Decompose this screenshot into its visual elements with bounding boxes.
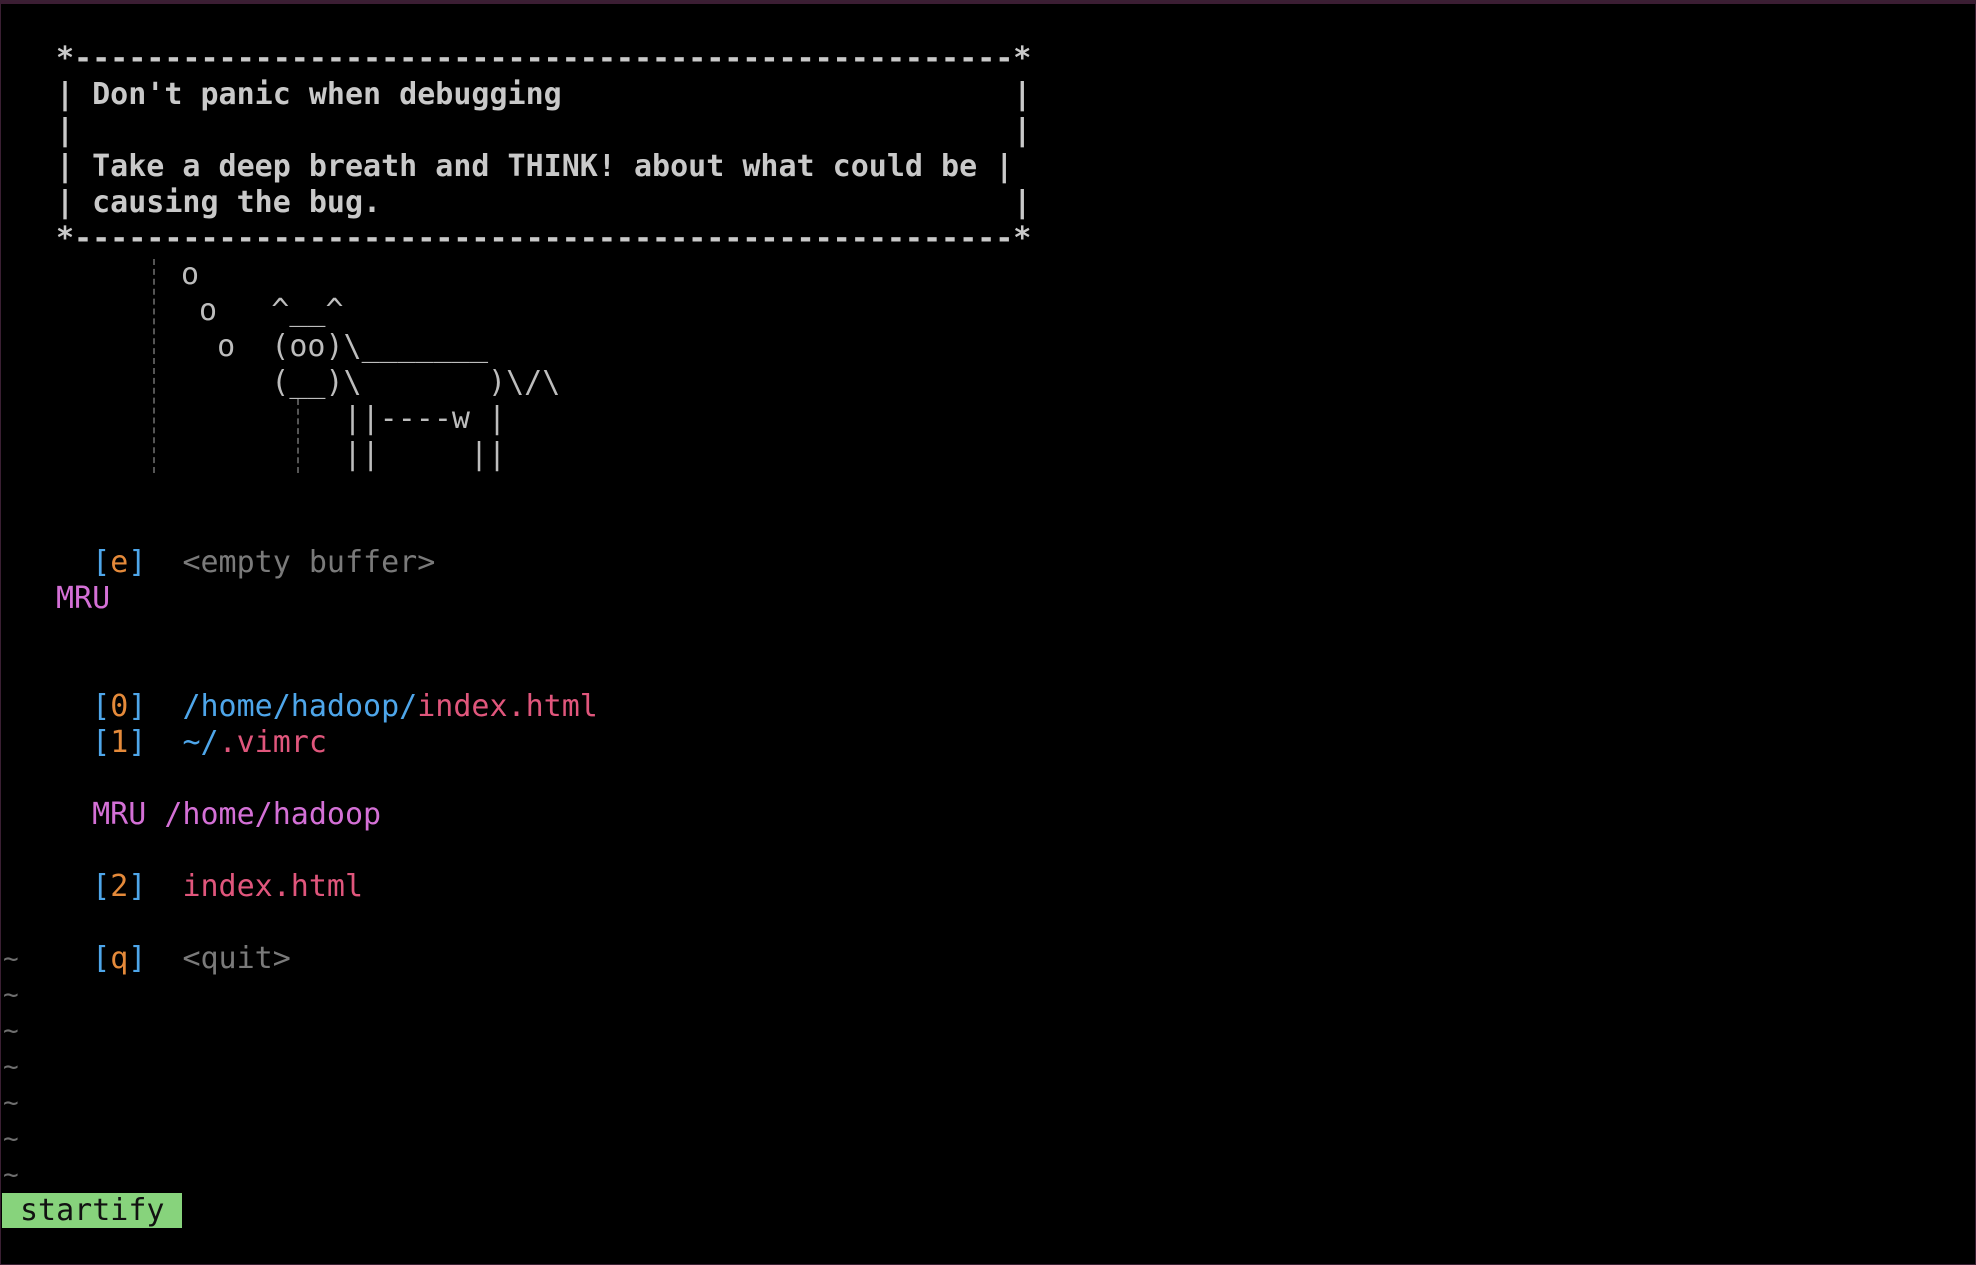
entry-bracket-close: ] — [128, 869, 147, 904]
mru-header: MRU — [56, 581, 111, 616]
statusline-mode: startify — [2, 1193, 182, 1228]
tilde-marker: ~ — [3, 1124, 19, 1154]
fortune-line: | Don't panic when debugging | — [56, 77, 1032, 112]
fortune-border-top: *---------------------------------------… — [56, 41, 1032, 76]
entry-bracket-close: ] — [128, 941, 147, 976]
window-top-border — [1, 1, 1976, 4]
cow-line: o (oo)\_______ — [181, 329, 489, 364]
mru-dir-entry[interactable]: [2] index.html — [56, 833, 363, 904]
entry-file: index.html — [417, 689, 598, 724]
entry-key: q — [110, 941, 129, 976]
tilde-marker: ~ — [3, 1052, 19, 1082]
entry-bracket-open: [ — [92, 545, 111, 580]
entry-bracket-open: [ — [92, 725, 111, 760]
mru-dir-header: MRU /home/hadoop — [56, 761, 381, 832]
entry-bracket-close: ] — [128, 545, 147, 580]
fortune-border-bottom: *---------------------------------------… — [56, 221, 1032, 256]
entry-key: e — [110, 545, 129, 580]
entry-dir: ~/ — [182, 725, 219, 760]
entry-file: .vimrc — [218, 725, 327, 760]
mru-dir-header-path: /home/hadoop — [164, 797, 382, 832]
entry-bracket-open: [ — [92, 869, 111, 904]
tilde-marker: ~ — [3, 1088, 19, 1118]
indent-guide — [153, 259, 155, 473]
entry-label: <empty buffer> — [182, 545, 436, 580]
cow-line: ||----w | — [181, 401, 507, 436]
entry-key: 2 — [110, 869, 129, 904]
entry-bracket-open: [ — [92, 941, 111, 976]
mru-entry[interactable]: [0] /home/hadoop/index.html — [56, 653, 598, 724]
entry-quit[interactable]: [q] <quit> — [56, 905, 291, 976]
tilde-marker: ~ — [3, 944, 19, 974]
fortune-line: | Take a deep breath and THINK! about wh… — [56, 149, 1014, 184]
entry-bracket-close: ] — [128, 725, 147, 760]
cow-line: o ^__^ — [181, 293, 344, 328]
fortune-line: | causing the bug. | — [56, 185, 1032, 220]
tilde-marker: ~ — [3, 980, 19, 1010]
fortune-line: | | — [56, 113, 1032, 148]
entry-label: <quit> — [182, 941, 291, 976]
tilde-marker: ~ — [3, 1160, 19, 1190]
tilde-marker: ~ — [3, 1016, 19, 1046]
entry-empty-buffer[interactable]: [e] <empty buffer> — [56, 509, 435, 580]
entry-file: index.html — [182, 869, 364, 904]
mru-entry[interactable]: [1] ~/.vimrc — [56, 689, 327, 760]
cow-line: (__)\ )\/\ — [181, 365, 561, 400]
cow-line: o — [181, 257, 200, 292]
mru-dir-header-label: MRU — [92, 797, 147, 832]
cow-line: || || — [181, 437, 507, 472]
entry-key: 1 — [110, 725, 129, 760]
